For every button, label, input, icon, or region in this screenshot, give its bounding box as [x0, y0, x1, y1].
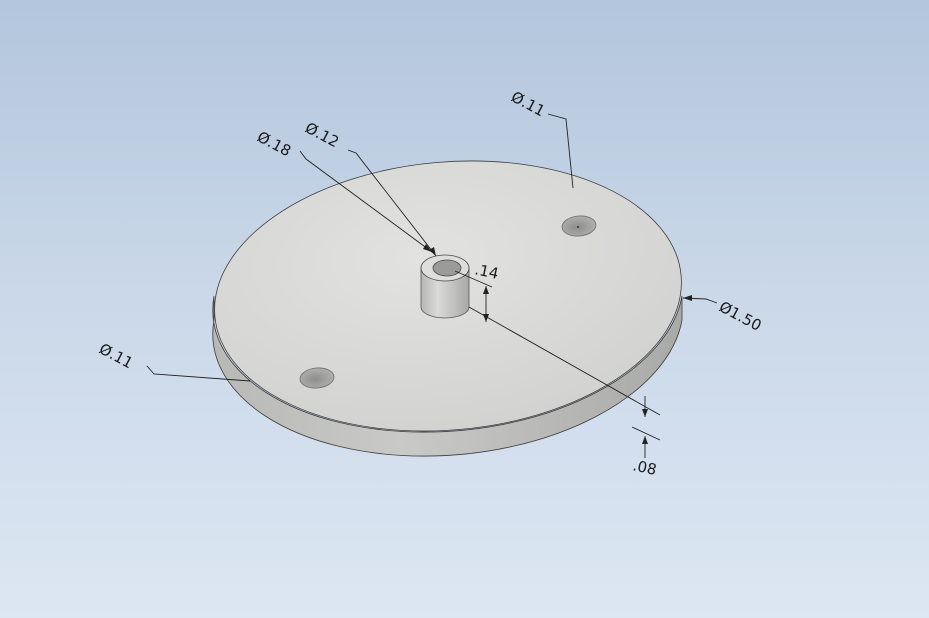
dim-plate-thickness[interactable]: .08 [631, 456, 658, 479]
arrow-plate-diameter [683, 295, 692, 301]
dim-boss-inner-diameter[interactable]: Ø.12 [302, 119, 342, 152]
part-drawing: Ø.11 Ø.11 Ø.18 Ø.12 .14 Ø1.50 .08 [96, 88, 764, 479]
dim-hole-left-diameter[interactable]: Ø.11 [96, 340, 136, 373]
dim-plate-diameter[interactable]: Ø1.50 [716, 298, 764, 335]
boss-bore [432, 259, 462, 277]
arrow-thickness-upper [642, 409, 648, 417]
dim-hole-right-diameter[interactable]: Ø.11 [508, 88, 548, 121]
extension-plate-bottom [631, 426, 661, 441]
cad-viewport[interactable]: Ø.11 Ø.11 Ø.18 Ø.12 .14 Ø1.50 .08 [0, 0, 929, 618]
dim-boss-outer-diameter[interactable]: Ø.18 [254, 128, 294, 161]
arrow-thickness-lower [642, 436, 648, 444]
mounting-hole-right-center [577, 226, 579, 228]
